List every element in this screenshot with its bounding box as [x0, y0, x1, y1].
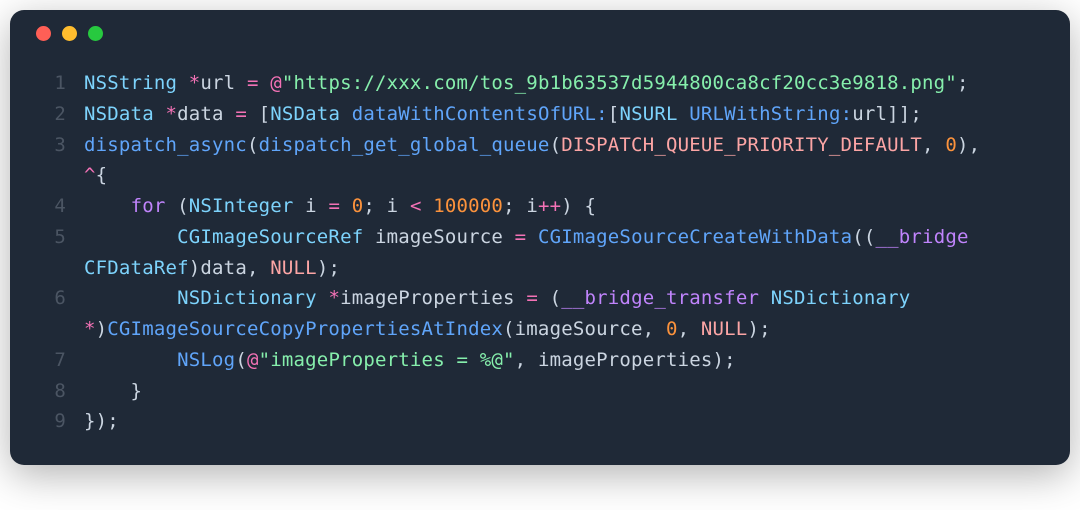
- code-line: 9});: [36, 406, 1044, 437]
- line-number: 2: [36, 99, 66, 130]
- code-content: *)CGImageSourceCopyPropertiesAtIndex(ima…: [84, 314, 771, 345]
- close-icon[interactable]: [36, 26, 51, 41]
- titlebar: [10, 10, 1070, 56]
- code-content: NSString *url = @"https://xxx.com/tos_9b…: [84, 68, 969, 99]
- code-line: 4 for (NSInteger i = 0; i < 100000; i++)…: [36, 191, 1044, 222]
- code-content: NSData *data = [NSData dataWithContentsO…: [84, 99, 922, 130]
- code-content: NSLog(@"imageProperties = %@", imageProp…: [84, 345, 736, 376]
- line-number: 6: [36, 283, 66, 314]
- code-content: CFDataRef)data, NULL);: [84, 253, 340, 284]
- code-line-continuation: CFDataRef)data, NULL);: [36, 253, 1044, 284]
- line-number: 9: [36, 406, 66, 437]
- line-number: 8: [36, 376, 66, 407]
- code-line-continuation: ^{: [36, 160, 1044, 191]
- fullscreen-icon[interactable]: [88, 26, 103, 41]
- line-number: 7: [36, 345, 66, 376]
- code-line: 5 CGImageSourceRef imageSource = CGImage…: [36, 222, 1044, 253]
- line-number: 4: [36, 191, 66, 222]
- code-editor[interactable]: 1 NSString *url = @"https://xxx.com/tos_9…: [10, 56, 1070, 465]
- line-number: 1: [36, 68, 66, 99]
- line-number: 3: [36, 130, 66, 161]
- code-window: 1 NSString *url = @"https://xxx.com/tos_9…: [10, 10, 1070, 465]
- code-content: NSDictionary *imageProperties = (__bridg…: [84, 283, 922, 314]
- code-line: 8 }: [36, 376, 1044, 407]
- code-line: 7 NSLog(@"imageProperties = %@", imagePr…: [36, 345, 1044, 376]
- code-content: ^{: [84, 160, 107, 191]
- code-content: });: [84, 406, 119, 437]
- code-content: CGImageSourceRef imageSource = CGImageSo…: [84, 222, 980, 253]
- code-line: 1 NSString *url = @"https://xxx.com/tos_9…: [36, 68, 1044, 99]
- code-line-continuation: *)CGImageSourceCopyPropertiesAtIndex(ima…: [36, 314, 1044, 345]
- line-number: 5: [36, 222, 66, 253]
- code-line: 6 NSDictionary *imageProperties = (__bri…: [36, 283, 1044, 314]
- minimize-icon[interactable]: [62, 26, 77, 41]
- code-content: dispatch_async(dispatch_get_global_queue…: [84, 130, 992, 161]
- code-line: 3 dispatch_async(dispatch_get_global_queu…: [36, 130, 1044, 161]
- code-line: 2 NSData *data = [NSData dataWithContents…: [36, 99, 1044, 130]
- code-content: }: [84, 376, 142, 407]
- code-content: for (NSInteger i = 0; i < 100000; i++) {: [84, 191, 596, 222]
